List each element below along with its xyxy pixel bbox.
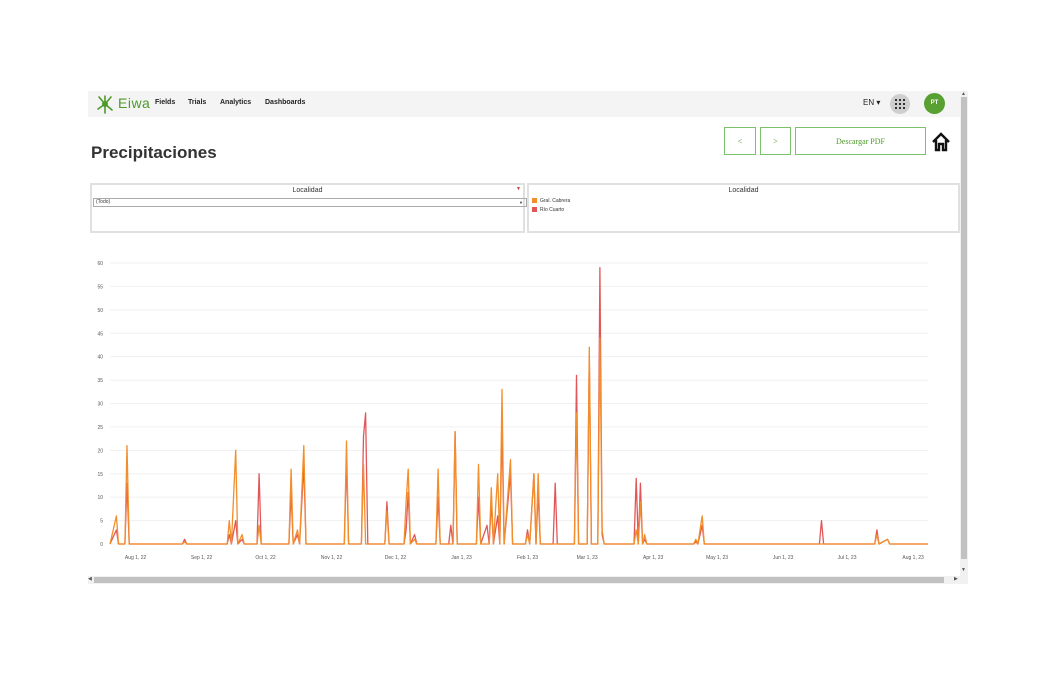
x-tick-label: Dec 1, 22: [385, 555, 407, 561]
x-tick-label: Aug 1, 23: [902, 555, 924, 561]
legend-swatch-gral-cabrera: [532, 198, 537, 204]
x-tick-label: Apr 1, 23: [643, 555, 664, 561]
scroll-left-icon[interactable]: ◀: [88, 576, 92, 582]
y-tick-label: 25: [97, 425, 103, 431]
y-tick-label: 0: [100, 542, 103, 548]
x-tick-label: Jun 1, 23: [773, 555, 794, 561]
filter-clear-icon[interactable]: ▼: [516, 186, 521, 192]
user-avatar[interactable]: PT: [924, 93, 945, 114]
vertical-scrollbar-thumb[interactable]: [961, 97, 967, 559]
chevron-down-icon: ▼: [519, 200, 523, 205]
apps-grid-button[interactable]: [890, 94, 910, 114]
localidad-select-value: (Todo): [96, 199, 111, 205]
y-tick-label: 50: [97, 308, 103, 314]
x-tick-label: Jul 1, 23: [838, 555, 857, 561]
scroll-down-icon[interactable]: ▼: [961, 567, 966, 573]
legend-label-gral-cabrera: Gral. Cabrera: [540, 198, 571, 204]
next-button[interactable]: >: [760, 127, 791, 155]
x-tick-label: Aug 1, 22: [125, 555, 147, 561]
y-tick-label: 10: [97, 495, 103, 501]
precipitation-chart-svg: 0 5 10 15 20 25 30 35 40 45 50 55 60 Aug 1, 22 Sep 1, …: [97, 261, 928, 561]
nav-link-fields[interactable]: Fields: [155, 99, 175, 106]
y-tick-label: 5: [100, 519, 103, 525]
prev-button[interactable]: <: [724, 127, 756, 155]
y-tick-label: 40: [97, 355, 103, 361]
vertical-scrollbar[interactable]: ▲ ▼: [960, 91, 968, 584]
x-tick-label: Feb 1, 23: [517, 555, 538, 561]
y-tick-label: 30: [97, 402, 103, 408]
x-tick-label: Sep 1, 22: [191, 555, 213, 561]
page-title: Precipitaciones: [91, 143, 217, 162]
legend-item-gral-cabrera[interactable]: Gral. Cabrera: [532, 198, 570, 204]
navbar: Eiwa Fields Trials Analytics Dashboards …: [88, 91, 960, 117]
grid-icon: [895, 99, 905, 109]
localidad-select[interactable]: (Todo) ▼: [93, 198, 527, 207]
horizontal-scrollbar[interactable]: ◀ ▶: [88, 576, 960, 584]
download-pdf-button[interactable]: Descargar PDF: [795, 127, 926, 155]
x-tick-label: Mar 1, 23: [577, 555, 598, 561]
x-tick-label: May 1, 23: [706, 555, 728, 561]
nav-link-analytics[interactable]: Analytics: [220, 99, 251, 106]
localidad-filter-panel: Localidad ▼ (Todo) ▼: [90, 183, 527, 233]
precipitation-chart: 0 5 10 15 20 25 30 35 40 45 50 55 60 Aug 1, 22 Sep 1, …: [88, 246, 960, 576]
x-tick-label: Jan 1, 23: [451, 555, 472, 561]
legend-title: Localidad: [728, 187, 759, 194]
y-tick-label: 20: [97, 448, 103, 454]
nav-link-dashboards[interactable]: Dashboards: [265, 99, 305, 106]
y-tick-label: 15: [97, 472, 103, 478]
y-tick-label: 35: [97, 378, 103, 384]
nav-link-trials[interactable]: Trials: [188, 99, 206, 106]
legend-swatch-rio-cuarto: [532, 207, 537, 213]
localidad-legend-panel: Localidad Gral. Cabrera Río Cuarto: [527, 183, 960, 233]
series-line-gral-cabrera: [109, 337, 928, 545]
scroll-right-icon[interactable]: ▶: [954, 576, 958, 582]
x-tick-label: Nov 1, 22: [321, 555, 343, 561]
filter-title: Localidad: [292, 187, 323, 194]
y-tick-label: 55: [97, 284, 103, 290]
legend-label-rio-cuarto: Río Cuarto: [540, 207, 565, 213]
y-tick-label: 60: [97, 261, 103, 267]
language-selector[interactable]: EN ▾: [863, 98, 880, 107]
y-tick-label: 45: [97, 331, 103, 337]
eiwa-logo-icon[interactable]: [94, 93, 116, 115]
home-icon[interactable]: [931, 132, 951, 152]
horizontal-scrollbar-thumb[interactable]: [94, 577, 944, 583]
brand-name[interactable]: Eiwa: [118, 95, 150, 111]
legend-item-rio-cuarto[interactable]: Río Cuarto: [532, 207, 564, 213]
app-window: Eiwa Fields Trials Analytics Dashboards …: [88, 91, 968, 584]
x-tick-label: Oct 1, 22: [255, 555, 276, 561]
